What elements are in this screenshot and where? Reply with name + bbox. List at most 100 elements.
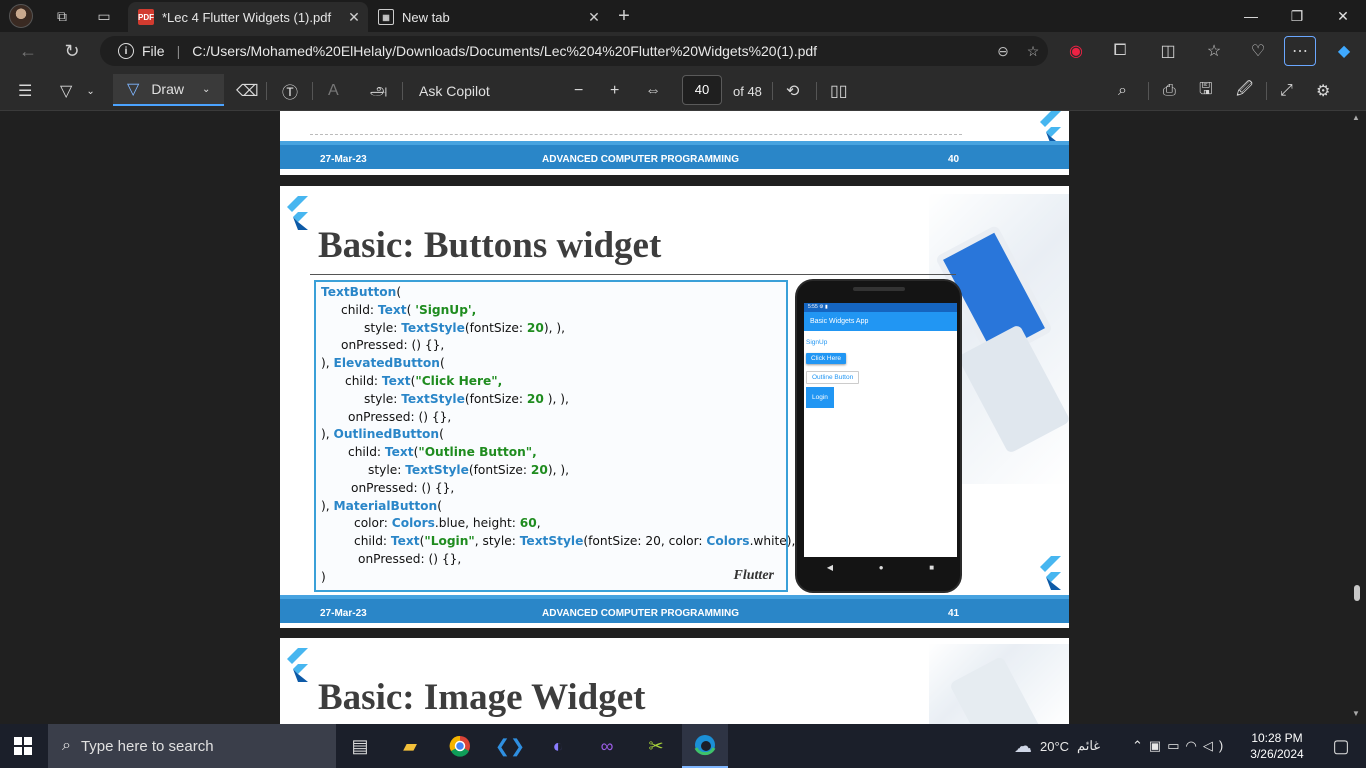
back-button[interactable]: ← bbox=[12, 36, 44, 66]
translate-icon[interactable]: அ bbox=[370, 78, 388, 104]
pen-icon: ▽ bbox=[127, 81, 140, 98]
pdf-page-41: Basic: Buttons widget TextButton( child:… bbox=[280, 186, 1069, 628]
scroll-up-icon[interactable]: ▲ bbox=[1352, 113, 1360, 122]
pdf-page-40: 27-Mar-23 ADVANCED COMPUTER PROGRAMMING … bbox=[280, 111, 1069, 175]
edge-icon[interactable] bbox=[682, 724, 728, 768]
extensions-puzzle-icon[interactable]: ⧠ bbox=[1104, 36, 1136, 66]
profile-avatar[interactable] bbox=[9, 4, 33, 28]
extension-icon[interactable]: ◉ bbox=[1060, 36, 1092, 66]
copilot-icon[interactable]: ◆ bbox=[1328, 36, 1360, 66]
close-tab-icon[interactable]: ✕ bbox=[580, 9, 608, 26]
page-view-icon[interactable]: ▯▯ bbox=[830, 78, 848, 104]
settings-more-button[interactable]: ⋯ bbox=[1284, 36, 1316, 66]
contents-icon[interactable]: ☰ bbox=[18, 78, 32, 104]
favorite-star-icon[interactable]: ☆ bbox=[1018, 43, 1048, 60]
new-tab-page-icon: ▦ bbox=[378, 9, 394, 25]
restore-button[interactable]: ❐ bbox=[1274, 0, 1320, 32]
pdf-file-icon: PDF bbox=[138, 9, 154, 25]
chrome-icon[interactable] bbox=[437, 724, 483, 768]
highlight-icon[interactable]: ▽ ⌄ bbox=[60, 78, 95, 104]
file-explorer-icon[interactable]: ▰ bbox=[387, 724, 433, 768]
title-bar: ⧉ ▭ PDF *Lec 4 Flutter Widgets (1).pdf ✕… bbox=[0, 0, 1366, 32]
save-icon[interactable]: 🖫 bbox=[1199, 78, 1213, 104]
chevron-down-icon: ⌄ bbox=[201, 83, 211, 95]
browser-essentials-icon[interactable]: ♡ bbox=[1242, 36, 1274, 66]
title-underline bbox=[310, 274, 956, 275]
task-view-icon[interactable]: ▤ bbox=[337, 724, 383, 768]
code-snippet: TextButton( child: Text( 'SignUp', style… bbox=[314, 280, 804, 592]
clock-time: 10:28 PM bbox=[1251, 731, 1303, 745]
tab-pdf[interactable]: PDF *Lec 4 Flutter Widgets (1).pdf ✕ bbox=[128, 2, 368, 32]
recents-square-icon: ■ bbox=[929, 562, 935, 572]
address-separator: | bbox=[176, 43, 181, 59]
close-window-button[interactable]: ✕ bbox=[1320, 0, 1366, 32]
app-moon-icon[interactable]: ◐ bbox=[535, 724, 581, 768]
visual-studio-icon[interactable]: ∞ bbox=[584, 724, 630, 768]
new-tab-button[interactable]: + bbox=[606, 0, 642, 32]
footer-title: ADVANCED COMPUTER PROGRAMMING bbox=[542, 154, 740, 165]
divider bbox=[402, 82, 403, 100]
eraser-icon[interactable]: ⌫ bbox=[236, 78, 259, 104]
close-tab-icon[interactable]: ✕ bbox=[340, 9, 368, 26]
start-windows-icon[interactable] bbox=[0, 724, 46, 768]
split-screen-icon[interactable]: ◫ bbox=[1152, 36, 1184, 66]
ask-copilot-button[interactable]: Ask Copilot bbox=[419, 78, 490, 104]
page-footer: 27-Mar-23 ADVANCED COMPUTER PROGRAMMING … bbox=[280, 595, 1069, 623]
settings-icon[interactable]: ⚙ bbox=[1316, 78, 1330, 104]
save-as-icon[interactable]: 🖉 bbox=[1236, 78, 1253, 104]
meet-now-icon[interactable]: ▣ bbox=[1149, 738, 1167, 754]
taskbar-search[interactable]: ⌕ Type here to search bbox=[48, 724, 336, 768]
page-footer: 27-Mar-23 ADVANCED COMPUTER PROGRAMMING … bbox=[280, 141, 1069, 169]
add-text-icon[interactable]: Ⓣ bbox=[282, 78, 298, 104]
fit-width-icon[interactable]: ⇔ bbox=[645, 78, 661, 104]
workspaces-icon[interactable]: ⧉ bbox=[44, 0, 80, 32]
notifications-icon[interactable]: ▢ bbox=[1318, 724, 1364, 768]
snipping-tool-icon[interactable]: ✂ bbox=[633, 724, 679, 768]
weather-temp: 20°C bbox=[1040, 738, 1070, 754]
rotate-icon[interactable]: ⟲ bbox=[786, 78, 799, 104]
wifi-icon[interactable]: ◠ bbox=[1186, 738, 1203, 754]
weather-widget[interactable]: ☁ 20°C غائم bbox=[1014, 724, 1100, 768]
phone-status-bar: 5:55 ⚙ ▮ bbox=[804, 303, 957, 312]
fullscreen-icon[interactable]: ⤢ bbox=[1280, 78, 1293, 104]
read-aloud-icon[interactable]: A bbox=[328, 78, 339, 104]
chevron-up-icon[interactable]: ⌃ bbox=[1132, 738, 1149, 754]
refresh-button[interactable]: ↻ bbox=[56, 36, 88, 66]
search-icon: ⌕ bbox=[62, 737, 71, 754]
volume-icon[interactable]: ◁) bbox=[1203, 738, 1229, 754]
tab-actions-icon[interactable]: ▭ bbox=[86, 0, 122, 32]
favorites-icon[interactable]: ☆ bbox=[1198, 36, 1230, 66]
page-number-input[interactable]: 40 bbox=[682, 75, 722, 105]
print-icon[interactable]: ⎙ bbox=[1163, 78, 1176, 104]
address-bar[interactable]: i File | C:/Users/Mohamed%20ElHelaly/Dow… bbox=[100, 36, 1048, 66]
phone-nav-bar: ◀ ● ■ bbox=[804, 557, 957, 577]
draw-button[interactable]: ▽ Draw ⌄ bbox=[113, 74, 224, 106]
footer-title: ADVANCED COMPUTER PROGRAMMING bbox=[542, 608, 740, 619]
pdf-document-view[interactable]: 27-Mar-23 ADVANCED COMPUTER PROGRAMMING … bbox=[0, 111, 1366, 724]
tab-new-tab[interactable]: ▦ New tab ✕ bbox=[368, 2, 608, 32]
battery-icon[interactable]: ▭ bbox=[1167, 738, 1185, 754]
phone-screen: 5:55 ⚙ ▮ Basic Widgets App SignUp Click … bbox=[804, 303, 957, 557]
phone-mockup: 5:55 ⚙ ▮ Basic Widgets App SignUp Click … bbox=[795, 279, 962, 593]
vertical-scrollbar[interactable]: ▲ ▼ bbox=[1348, 111, 1366, 724]
zoom-in-icon[interactable]: + bbox=[610, 78, 619, 104]
zoom-out-icon[interactable]: − bbox=[574, 78, 583, 104]
minimize-button[interactable]: — bbox=[1228, 0, 1274, 32]
scroll-down-icon[interactable]: ▼ bbox=[1352, 709, 1360, 718]
pdf-page-42: Basic: Image Widget bbox=[280, 638, 1069, 724]
search-icon[interactable]: ⌕ bbox=[1118, 78, 1127, 104]
page-total: of 48 bbox=[733, 83, 762, 99]
clock[interactable]: 10:28 PM 3/26/2024 bbox=[1240, 730, 1314, 762]
site-info-icon[interactable]: i bbox=[118, 43, 134, 59]
pdf-toolbar: ☰ ▽ ⌄ ▽ Draw ⌄ ⌫ Ⓣ A அ Ask Copilot − + ⇔ … bbox=[0, 70, 1366, 111]
divider bbox=[1266, 82, 1267, 100]
address-toolbar: ← ↻ i File | C:/Users/Mohamed%20ElHelaly… bbox=[0, 32, 1366, 70]
system-tray[interactable]: ⌃ ▣ ▭ ◠ ◁) bbox=[1132, 724, 1229, 768]
tab-title: New tab bbox=[402, 9, 450, 25]
url-text[interactable]: C:/Users/Mohamed%20ElHelaly/Downloads/Do… bbox=[192, 43, 988, 59]
zoom-icon[interactable]: ⊖ bbox=[988, 43, 1018, 60]
phone-app-bar: Basic Widgets App bbox=[804, 312, 957, 331]
scrollbar-thumb[interactable] bbox=[1354, 585, 1360, 601]
vscode-icon[interactable]: ❮❯ bbox=[487, 724, 533, 768]
divider bbox=[312, 82, 313, 100]
